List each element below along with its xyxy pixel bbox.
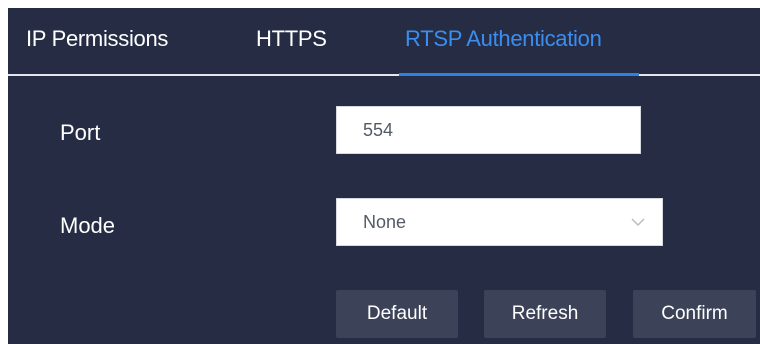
default-button[interactable]: Default	[336, 290, 458, 338]
tab-divider	[8, 74, 760, 76]
active-tab-indicator	[399, 73, 639, 76]
mode-label: Mode	[60, 213, 116, 238]
mode-selected-value: None	[363, 212, 407, 232]
rtsp-settings-panel: IP Permissions HTTPS RTSP Authentication…	[8, 8, 760, 344]
mode-select[interactable]: None	[336, 198, 663, 246]
port-input[interactable]	[337, 107, 640, 153]
refresh-button[interactable]: Refresh	[484, 290, 606, 338]
tab-ip-permissions[interactable]: IP Permissions	[26, 26, 168, 52]
port-label: Port	[60, 120, 101, 145]
chevron-down-icon[interactable]	[630, 216, 646, 228]
port-field[interactable]	[336, 106, 641, 154]
confirm-button[interactable]: Confirm	[633, 290, 756, 338]
tab-rtsp-authentication[interactable]: RTSP Authentication	[405, 26, 602, 52]
tab-https[interactable]: HTTPS	[256, 26, 327, 52]
tab-bar: IP Permissions HTTPS RTSP Authentication	[8, 8, 760, 76]
